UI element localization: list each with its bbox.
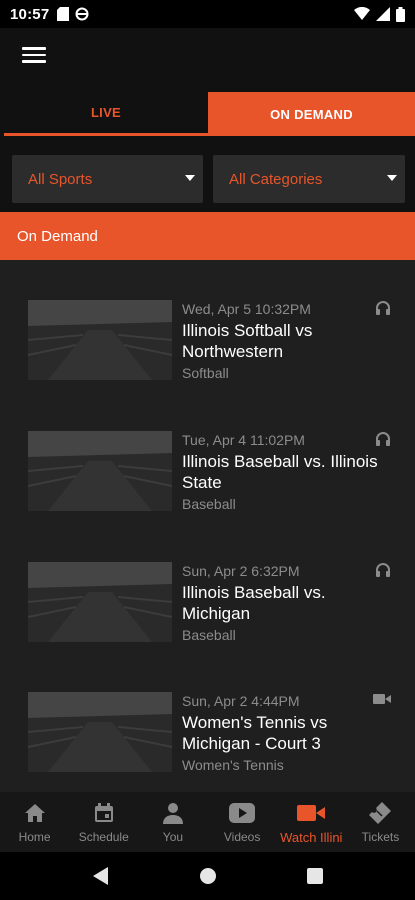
categories-dropdown-label: All Categories [229,170,323,188]
item-date: Sun, Apr 2 4:44PM [182,693,300,709]
recents-icon[interactable] [306,868,323,884]
nav-videos-label: Videos [223,830,261,844]
nav-schedule[interactable]: Schedule [69,792,138,852]
system-nav-bar [0,852,415,900]
item-sport: Baseball [182,496,236,512]
nav-watch-illini[interactable]: Watch Illini [277,792,346,852]
tab-on-demand[interactable]: ON DEMAND [208,92,415,136]
person-icon [162,803,183,824]
sports-dropdown-label: All Sports [28,170,93,188]
calendar-icon [94,803,113,822]
sync-icon [75,7,89,21]
status-bar: 10:57 [0,0,415,28]
caret-down-icon [387,175,397,181]
item-title: Women's Tennis vs Michigan - Court 3 [182,713,328,753]
caret-down-icon [185,175,195,181]
bottom-nav: Home Schedule You Videos Watch Illini Ti… [0,792,415,852]
back-icon[interactable] [92,867,109,885]
home-button-icon[interactable] [199,867,217,885]
nav-schedule-label: Schedule [78,830,129,844]
list-item[interactable]: Tue, Apr 4 11:02PM Illinois Baseball vs.… [0,431,415,551]
sports-dropdown[interactable]: All Sports [12,155,203,203]
nav-you-label: You [162,830,184,844]
thumbnail [28,431,172,511]
nav-tickets[interactable]: Tickets [346,792,415,852]
list-item[interactable]: Wed, Apr 5 10:32PM Illinois Softball vs … [0,300,415,420]
nav-videos[interactable]: Videos [208,792,277,852]
filter-bar: All Sports All Categories [0,142,415,214]
headphones-icon [376,432,390,446]
item-title: Illinois Softball vs Northwestern [182,321,313,361]
thumbnail [28,300,172,380]
home-icon [24,804,45,822]
play-icon [229,803,256,823]
item-date: Wed, Apr 5 10:32PM [182,301,311,317]
status-time: 10:57 [10,5,50,23]
item-date: Sun, Apr 2 6:32PM [182,563,300,579]
nav-home-label: Home [18,830,51,844]
headphones-icon [376,563,390,577]
wifi-icon [354,7,370,20]
item-title: Illinois Baseball vs. Illinois State [182,452,378,492]
tab-live[interactable]: LIVE [4,92,208,136]
menu-icon[interactable] [22,47,46,65]
list-item[interactable]: Sun, Apr 2 6:32PM Illinois Baseball vs. … [0,562,415,682]
thumbnail [28,692,172,772]
nav-home[interactable]: Home [0,792,69,852]
item-sport: Women's Tennis [182,757,284,773]
item-sport: Baseball [182,627,236,643]
nav-tickets-label: Tickets [361,830,400,844]
item-date: Tue, Apr 4 11:02PM [182,432,305,448]
item-title: Illinois Baseball vs. Michigan [182,583,326,623]
categories-dropdown[interactable]: All Categories [213,155,405,203]
thumbnail [28,562,172,642]
nav-watch-illini-label: Watch Illini [280,830,343,845]
list-item[interactable]: Sun, Apr 2 4:44PM Women's Tennis vs Mich… [0,692,415,792]
item-sport: Softball [182,365,229,381]
video-camera-icon [297,805,326,821]
nav-you[interactable]: You [138,792,207,852]
section-header: On Demand [0,212,415,260]
app-bar [0,28,415,84]
ticket-icon [369,802,392,824]
tab-bar: LIVE ON DEMAND [0,84,415,142]
signal-icon [376,7,390,21]
on-demand-list: Wed, Apr 5 10:32PM Illinois Softball vs … [0,260,415,792]
video-camera-icon [373,694,391,704]
headphones-icon [376,301,390,315]
battery-icon [396,6,405,22]
sd-card-icon [57,7,70,21]
